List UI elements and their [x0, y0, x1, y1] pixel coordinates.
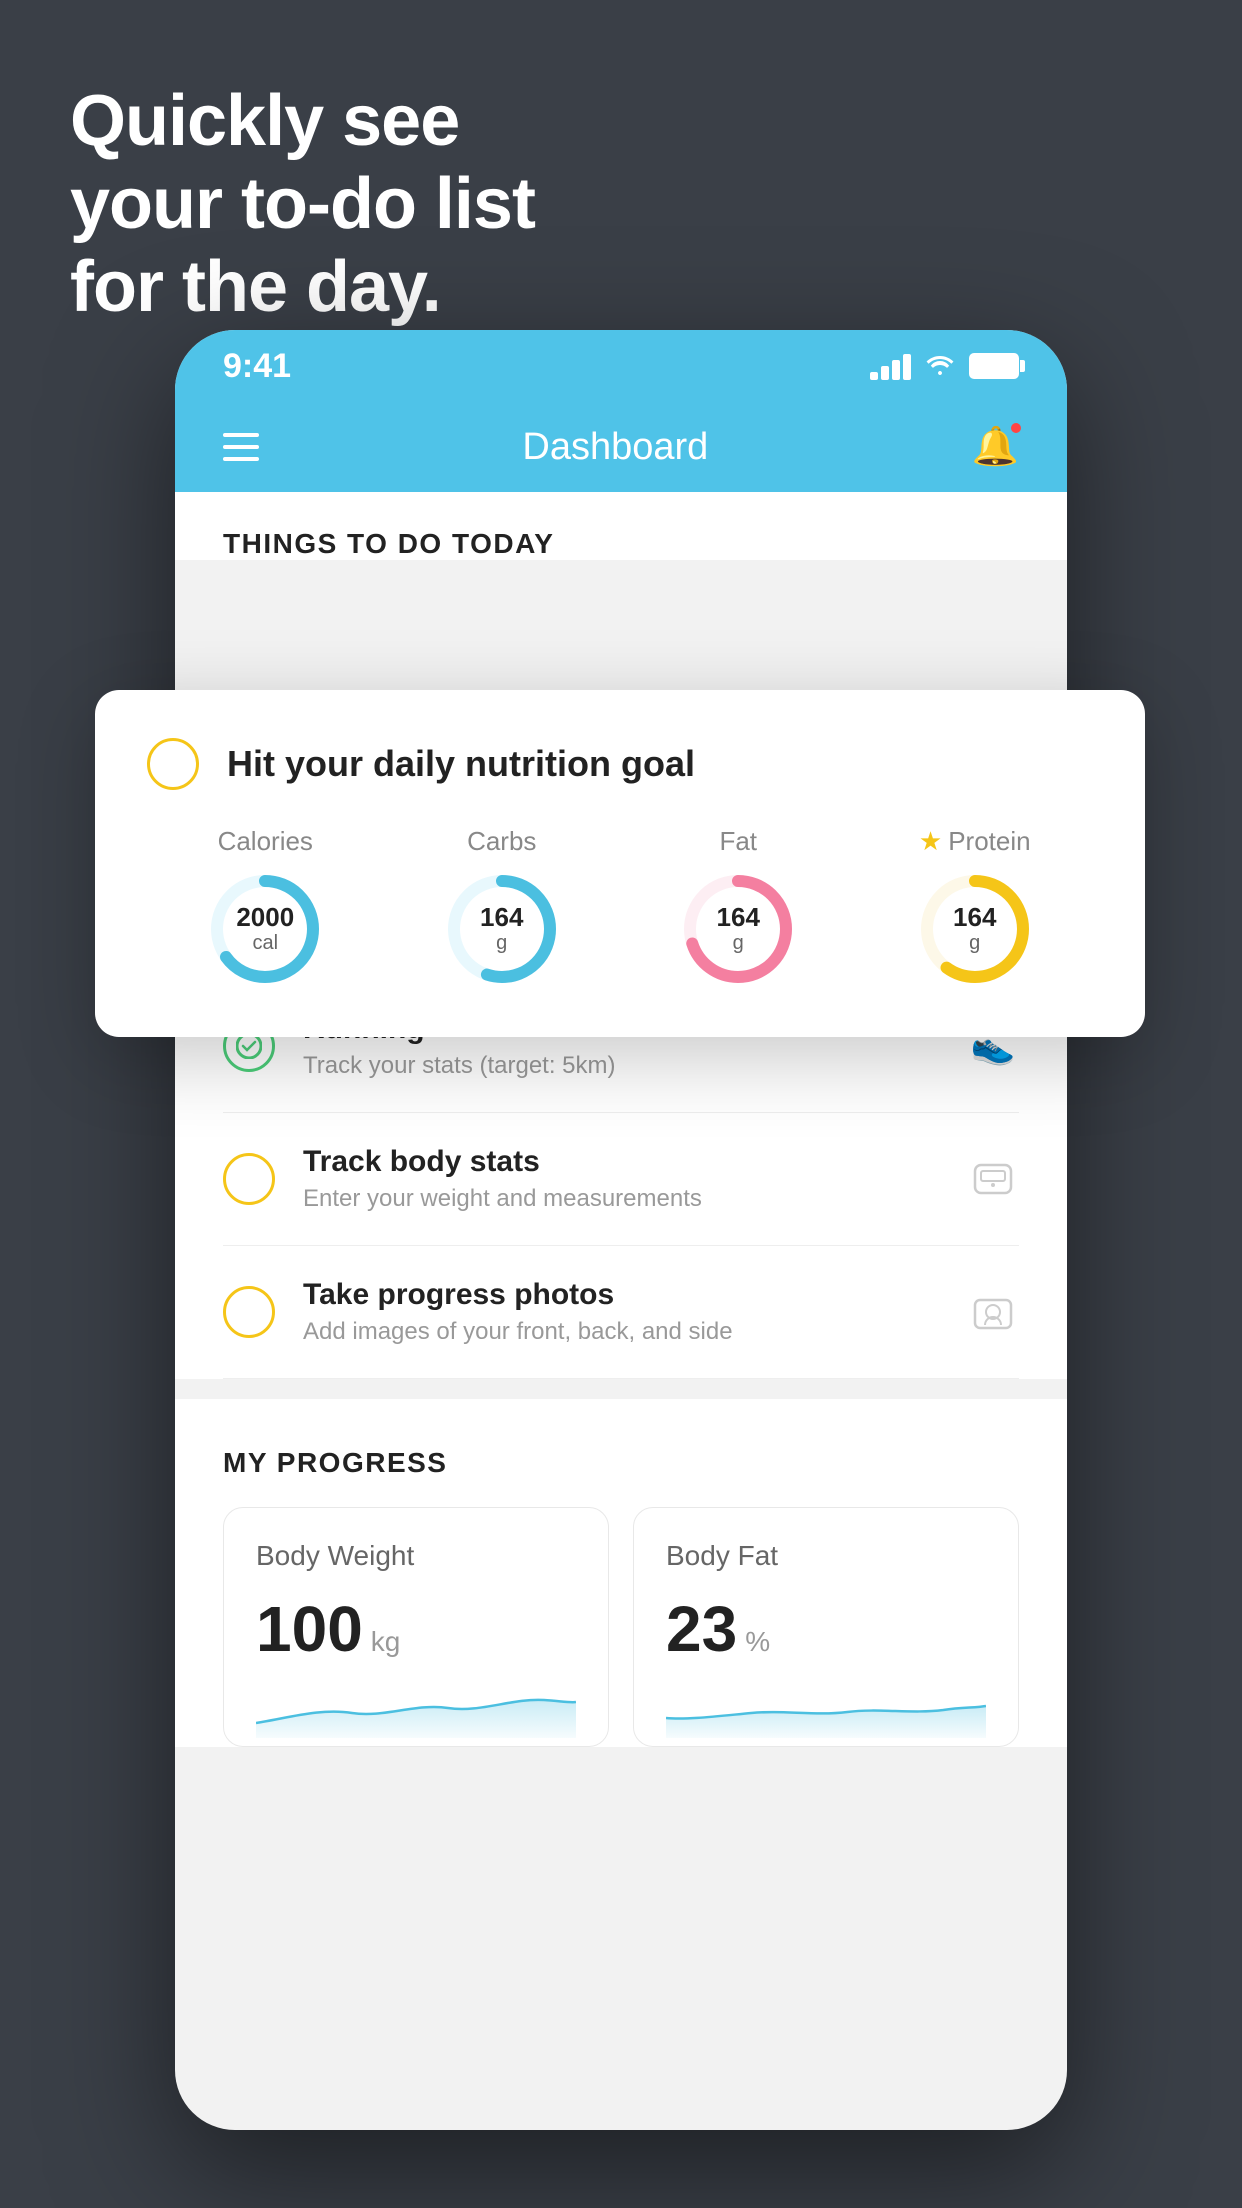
protein-label: ★ Protein — [919, 826, 1031, 857]
status-icons — [870, 349, 1019, 384]
star-icon: ★ — [919, 826, 942, 857]
body-weight-card[interactable]: Body Weight 100 kg — [223, 1507, 609, 1747]
body-fat-unit: % — [745, 1626, 770, 1658]
status-time: 9:41 — [223, 347, 291, 386]
body-weight-number: 100 — [256, 1592, 363, 1666]
carbs-donut: 164 g — [442, 869, 562, 989]
carbs-item: Carbs 164 g — [442, 826, 562, 989]
protein-value: 164 — [953, 903, 996, 932]
progress-section: MY PROGRESS Body Weight 100 kg — [175, 1399, 1067, 1747]
calories-unit: cal — [236, 932, 294, 955]
todo-photos-content: Take progress photos Add images of your … — [303, 1278, 939, 1346]
fat-item: Fat 164 g — [678, 826, 798, 989]
battery-icon — [969, 353, 1019, 379]
todo-checkbox-photos[interactable] — [223, 1286, 275, 1338]
floating-nutrition-card[interactable]: Hit your daily nutrition goal Calories 2… — [95, 690, 1145, 1037]
body-weight-unit: kg — [371, 1626, 401, 1658]
card-header: Hit your daily nutrition goal — [147, 738, 1093, 790]
calories-label: Calories — [218, 826, 313, 857]
things-section-title: THINGS TO DO TODAY — [223, 528, 1019, 560]
protein-donut: 164 g — [915, 869, 1035, 989]
hero-text: Quickly see your to-do list for the day. — [70, 80, 535, 328]
carbs-value: 164 — [480, 903, 523, 932]
protein-item: ★ Protein 164 g — [915, 826, 1035, 989]
bell-icon[interactable]: 🔔 — [972, 425, 1019, 469]
hero-line2: your to-do list — [70, 163, 535, 246]
todo-item-bodystats[interactable]: Track body stats Enter your weight and m… — [223, 1113, 1019, 1246]
calories-item: Calories 2000 cal — [205, 826, 325, 989]
menu-icon[interactable] — [223, 433, 259, 461]
status-bar: 9:41 — [175, 330, 1067, 402]
todo-list: Running Track your stats (target: 5km) 👟… — [175, 980, 1067, 1379]
todo-photos-title: Take progress photos — [303, 1278, 939, 1312]
carbs-label: Carbs — [467, 826, 536, 857]
things-section-header: THINGS TO DO TODAY — [175, 492, 1067, 560]
scale-icon — [967, 1153, 1019, 1205]
body-weight-chart — [256, 1678, 576, 1738]
hero-line3: for the day. — [70, 246, 535, 329]
todo-item-photos[interactable]: Take progress photos Add images of your … — [223, 1246, 1019, 1379]
fat-value: 164 — [717, 903, 760, 932]
body-weight-value: 100 kg — [256, 1592, 576, 1666]
fat-donut: 164 g — [678, 869, 798, 989]
app-header: Dashboard 🔔 — [175, 402, 1067, 492]
notification-dot — [1009, 421, 1023, 435]
progress-section-title: MY PROGRESS — [223, 1447, 1019, 1479]
calories-donut: 2000 cal — [205, 869, 325, 989]
hero-line1: Quickly see — [70, 80, 535, 163]
todo-bodystats-subtitle: Enter your weight and measurements — [303, 1185, 939, 1213]
nutrition-row: Calories 2000 cal Carbs — [147, 826, 1093, 989]
header-title: Dashboard — [522, 426, 708, 469]
fat-unit: g — [717, 932, 760, 955]
todo-bodystats-content: Track body stats Enter your weight and m… — [303, 1145, 939, 1213]
photo-person-icon — [967, 1286, 1019, 1338]
signal-icon — [870, 352, 911, 380]
body-fat-card[interactable]: Body Fat 23 % — [633, 1507, 1019, 1747]
body-fat-chart — [666, 1678, 986, 1738]
fat-label: Fat — [719, 826, 757, 857]
todo-bodystats-title: Track body stats — [303, 1145, 939, 1179]
todo-checkbox-bodystats[interactable] — [223, 1153, 275, 1205]
body-fat-card-title: Body Fat — [666, 1540, 986, 1572]
phone-mockup: 9:41 Dashboard — [175, 330, 1067, 2130]
todo-running-subtitle: Track your stats (target: 5km) — [303, 1052, 939, 1080]
body-weight-card-title: Body Weight — [256, 1540, 576, 1572]
progress-grid: Body Weight 100 kg — [223, 1507, 1019, 1747]
protein-unit: g — [953, 932, 996, 955]
body-fat-number: 23 — [666, 1592, 737, 1666]
todo-photos-subtitle: Add images of your front, back, and side — [303, 1318, 939, 1346]
calories-value: 2000 — [236, 903, 294, 932]
carbs-unit: g — [480, 932, 523, 955]
body-fat-value: 23 % — [666, 1592, 986, 1666]
nutrition-card-title: Hit your daily nutrition goal — [227, 743, 695, 785]
wifi-icon — [923, 349, 957, 384]
nutrition-checkbox[interactable] — [147, 738, 199, 790]
